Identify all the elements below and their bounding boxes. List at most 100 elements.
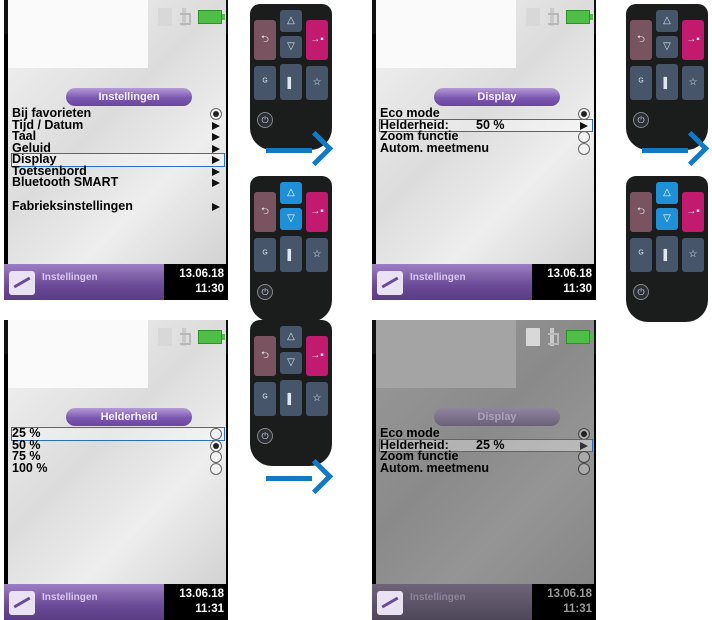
footer-tab-label: Instellingen	[42, 592, 98, 603]
menu-item-autom-meetmenu[interactable]: Autom. meetmenu	[380, 461, 592, 475]
submenu-arrow-icon	[212, 144, 220, 153]
back-key[interactable]: ⮌	[254, 192, 276, 232]
keypad-5: ⮌ △ ▽ →▪ ᴳ ▌ ☆ ⏻	[250, 320, 332, 466]
submenu-arrow-icon	[212, 121, 220, 130]
arrow-right-icon	[266, 458, 334, 496]
footer-tab[interactable]: Instellingen	[4, 264, 164, 300]
footer-tab[interactable]: Instellingen	[372, 584, 532, 620]
status-icons	[526, 327, 593, 347]
wrench-icon	[9, 591, 35, 615]
date: 13.06.18	[179, 588, 224, 600]
up-key[interactable]: △	[280, 182, 302, 204]
wrench-icon	[9, 271, 35, 295]
submenu-arrow-icon	[212, 179, 220, 187]
up-key[interactable]: △	[656, 182, 678, 204]
menu-item-bluetooth[interactable]: Bluetooth SMART	[12, 175, 224, 189]
battery-icon	[198, 10, 225, 24]
submenu-arrow-icon	[212, 133, 220, 141]
radio-icon	[210, 428, 222, 440]
date: 13.06.18	[547, 588, 592, 600]
menu-item-tijd-datum[interactable]: Tijd / Datum	[12, 118, 224, 132]
up-key[interactable]: △	[656, 10, 678, 32]
brightness-value: 50 %	[476, 117, 505, 132]
date: 13.06.18	[547, 268, 592, 280]
datetime: 13.06.18 11:30	[547, 267, 592, 297]
bluetooth-icon	[548, 328, 559, 346]
back-key[interactable]: ⮌	[254, 336, 276, 376]
pause-key[interactable]: ▌	[280, 236, 302, 272]
power-key[interactable]: ⏻	[257, 284, 273, 300]
menu-item-label: Fabrieksinstellingen	[12, 198, 133, 213]
battery-icon	[566, 330, 593, 344]
menu-item-fabrieksinstellingen[interactable]: Fabrieksinstellingen	[12, 198, 224, 213]
favorite-key[interactable]: ☆	[306, 238, 328, 272]
submenu-arrow-icon	[212, 156, 220, 164]
battery-icon	[198, 330, 225, 344]
favorite-key[interactable]: ☆	[682, 238, 704, 272]
option-50[interactable]: 50 %	[12, 438, 224, 452]
power-key[interactable]: ⏻	[633, 284, 649, 300]
display-menu: Eco mode Helderheid: 50 % Zoom functie Au…	[379, 107, 593, 155]
measure-key[interactable]: ᴳ	[630, 66, 652, 100]
up-key[interactable]: △	[280, 10, 302, 32]
option-25[interactable]: 25 %	[11, 427, 225, 441]
power-key[interactable]: ⏻	[257, 112, 273, 128]
pause-key[interactable]: ▌	[656, 64, 678, 100]
menu-item-autom-meetmenu[interactable]: Autom. meetmenu	[380, 141, 592, 155]
wrench-icon	[377, 591, 403, 615]
enter-key[interactable]: →▪	[306, 20, 328, 60]
keypad-4: ⮌ △ ▽ →▪ ᴳ ▌ ☆ ⏻	[626, 176, 708, 322]
enter-key[interactable]: →▪	[306, 192, 328, 232]
favorite-key[interactable]: ☆	[306, 66, 328, 100]
blank-panel	[376, 320, 516, 388]
time: 11:30	[195, 283, 224, 295]
option-100[interactable]: 100 %	[12, 461, 224, 475]
display-menu: Eco mode Helderheid: 25 % Zoom functie Au…	[379, 427, 593, 475]
up-key[interactable]: △	[280, 326, 302, 348]
power-key[interactable]: ⏻	[257, 428, 273, 444]
down-key[interactable]: ▽	[280, 352, 302, 374]
screen-instellingen: Instellingen Bij favorieten Tijd / Datum…	[4, 0, 228, 300]
menu-item-label: Bluetooth SMART	[12, 175, 119, 189]
date: 13.06.18	[179, 268, 224, 280]
pause-key[interactable]: ▌	[280, 380, 302, 416]
settings-menu: Bij favorieten Tijd / Datum Taal Geluid …	[11, 107, 225, 213]
measure-key[interactable]: ᴳ	[630, 238, 652, 272]
bluetooth-icon	[180, 328, 191, 346]
pause-key[interactable]: ▌	[656, 236, 678, 272]
radio-icon	[578, 462, 590, 475]
back-key[interactable]: ⮌	[254, 20, 276, 60]
down-key[interactable]: ▽	[656, 36, 678, 58]
footer-tab[interactable]: Instellingen	[4, 584, 164, 620]
down-key[interactable]: ▽	[280, 208, 302, 230]
down-key[interactable]: ▽	[280, 36, 302, 58]
enter-key[interactable]: →▪	[682, 192, 704, 232]
power-key[interactable]: ⏻	[633, 112, 649, 128]
radio-icon	[578, 451, 590, 463]
footer-tab-label: Instellingen	[410, 272, 466, 283]
enter-key[interactable]: →▪	[306, 336, 328, 376]
favorite-key[interactable]: ☆	[682, 66, 704, 100]
radio-checked-icon	[578, 108, 590, 120]
footer-tab[interactable]: Instellingen	[372, 264, 532, 300]
radio-icon	[578, 142, 590, 155]
pause-key[interactable]: ▌	[280, 64, 302, 100]
enter-key[interactable]: →▪	[682, 20, 704, 60]
submenu-arrow-icon	[580, 121, 588, 130]
measure-key[interactable]: ᴳ	[254, 238, 276, 272]
favorite-key[interactable]: ☆	[306, 382, 328, 416]
status-icons	[158, 327, 225, 347]
radio-icon	[578, 131, 590, 143]
back-key[interactable]: ⮌	[630, 192, 652, 232]
wrench-icon	[377, 271, 403, 295]
measure-key[interactable]: ᴳ	[254, 382, 276, 416]
footer-bar: Instellingen 13.06.18 11:31	[372, 584, 596, 620]
back-key[interactable]: ⮌	[630, 20, 652, 60]
submenu-arrow-icon	[212, 167, 220, 176]
down-key[interactable]: ▽	[656, 208, 678, 230]
footer-bar: Instellingen 13.06.18 11:30	[372, 264, 596, 300]
keypad-2: ⮌ △ ▽ →▪ ᴳ ▌ ☆ ⏻	[250, 176, 332, 322]
menu-header: Instellingen	[66, 88, 192, 106]
measure-key[interactable]: ᴳ	[254, 66, 276, 100]
menu-header: Display	[434, 88, 560, 106]
